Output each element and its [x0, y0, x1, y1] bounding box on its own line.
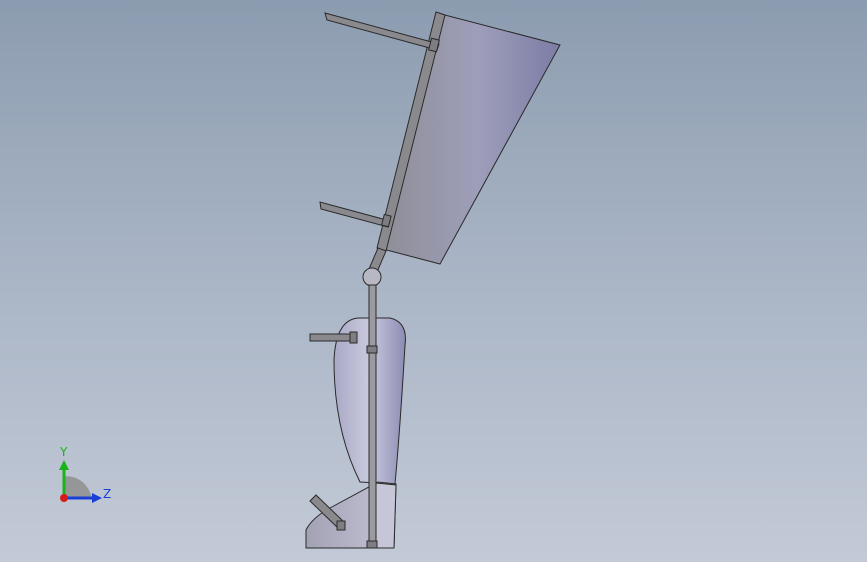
- lower-thigh-strap-bar[interactable]: [319, 201, 392, 228]
- knee-brace-model[interactable]: [0, 0, 867, 562]
- orientation-triad: Y Z: [59, 445, 111, 503]
- x-axis-origin: [60, 494, 68, 502]
- calf-strap-bar[interactable]: [309, 331, 358, 344]
- y-axis-label: Y: [59, 445, 68, 459]
- 3d-viewport[interactable]: Y Z: [0, 0, 867, 562]
- thigh-shell[interactable]: [376, 11, 561, 265]
- z-axis-label: Z: [103, 487, 111, 501]
- foot-plate[interactable]: [305, 481, 397, 549]
- upright-rod[interactable]: [366, 284, 378, 549]
- triad-plane-indicator: [64, 476, 92, 498]
- upper-thigh-strap-bar[interactable]: [324, 12, 440, 53]
- knee-joint[interactable]: [362, 267, 382, 287]
